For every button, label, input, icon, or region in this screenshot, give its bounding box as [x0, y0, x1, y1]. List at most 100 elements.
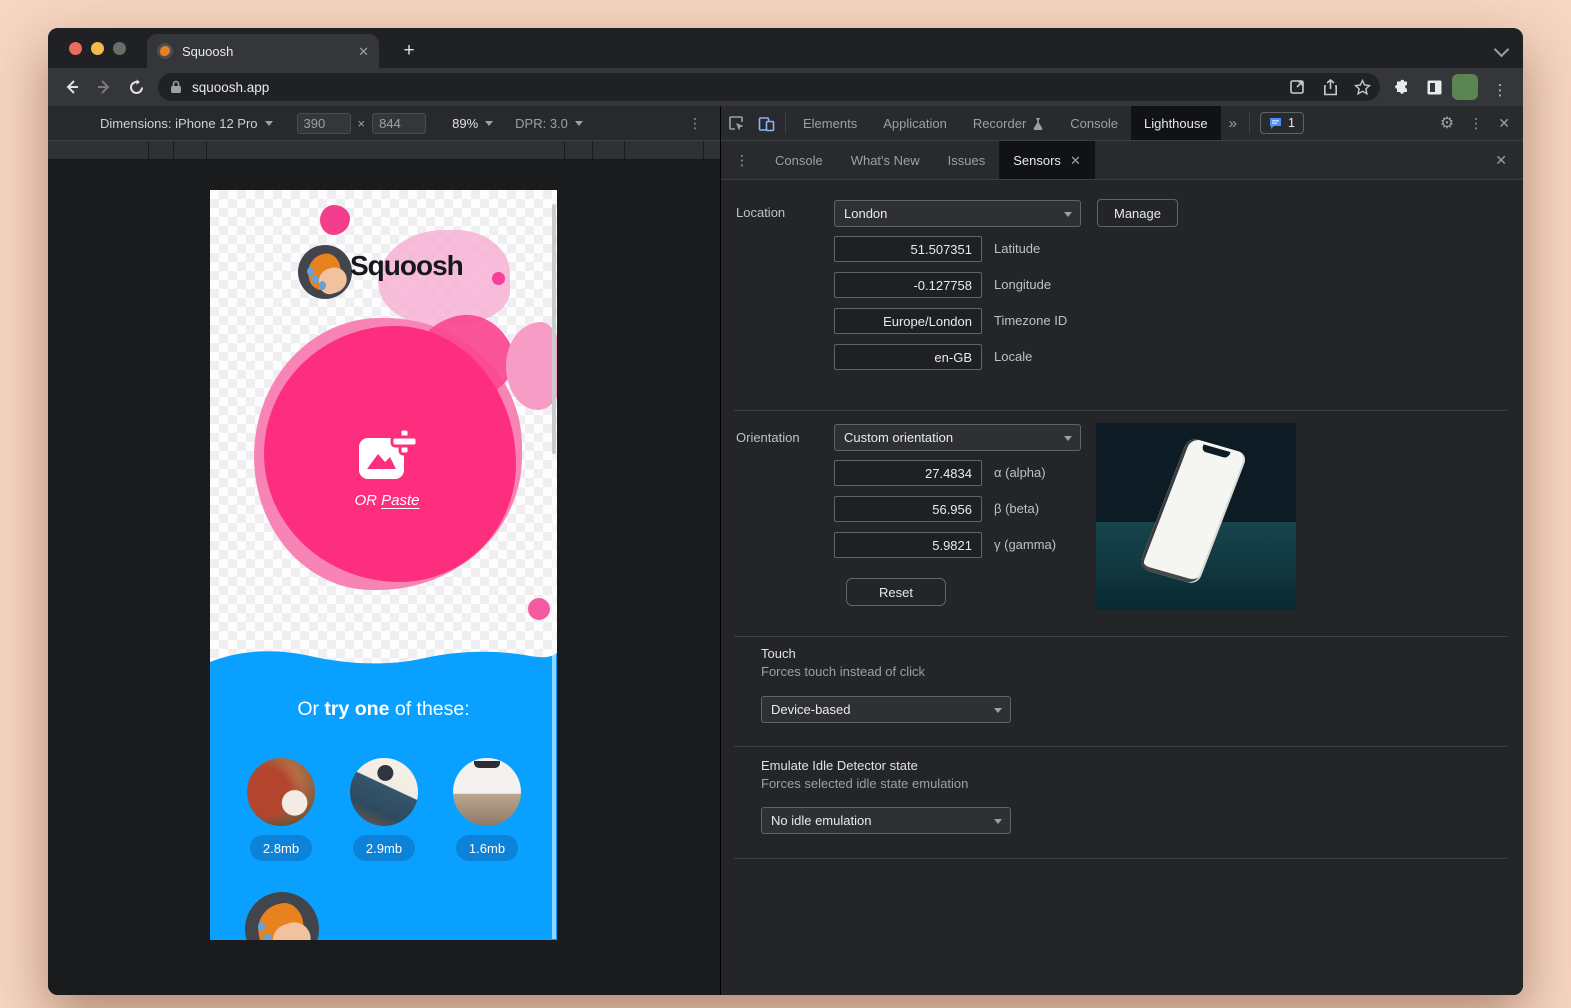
- tab-console[interactable]: Console: [1057, 106, 1131, 140]
- viewport-ruler: [48, 141, 720, 160]
- squoosh-wordmark: Squoosh: [350, 250, 463, 282]
- longitude-label: Longitude: [994, 272, 1051, 298]
- desktop-background: Squoosh squoosh.app: [0, 0, 1571, 1008]
- heading-pre: Or: [297, 698, 324, 720]
- tab-title: Squoosh: [182, 44, 358, 59]
- devtools-toolbar: Elements Application Recorder Console Li…: [721, 106, 1523, 141]
- longitude-input[interactable]: [834, 272, 982, 298]
- issues-bubble-icon: [1269, 117, 1282, 129]
- dpr-caret-icon: [575, 121, 583, 126]
- settings-gear-icon[interactable]: [1431, 113, 1463, 133]
- device-toolbar-toggle-icon[interactable]: [751, 106, 781, 140]
- orientation-phone-preview[interactable]: [1096, 423, 1296, 610]
- address-omnibox[interactable]: squoosh.app: [158, 73, 1380, 101]
- try-one-heading: Or try one of these:: [210, 698, 557, 721]
- timezone-input[interactable]: [834, 308, 982, 334]
- share-icon[interactable]: [1318, 75, 1342, 99]
- phone-3d-model: [1138, 437, 1248, 585]
- device-dimensions-select[interactable]: Dimensions: iPhone 12 Pro: [100, 116, 258, 131]
- sample-image-device-screenshot[interactable]: [453, 758, 521, 826]
- forward-icon[interactable]: [93, 76, 115, 98]
- issues-counter-button[interactable]: 1: [1260, 112, 1304, 134]
- dimensions-separator: ×: [358, 116, 366, 131]
- drawer-tab-sensors-label: Sensors: [1013, 153, 1061, 168]
- timezone-label: Timezone ID: [994, 308, 1067, 334]
- tab-close-icon[interactable]: [358, 45, 369, 58]
- phone-notch: [1201, 444, 1230, 458]
- paste-link[interactable]: Paste: [381, 492, 419, 509]
- browser-menu-kebab-icon[interactable]: [1488, 78, 1512, 102]
- drawer-tab-console[interactable]: Console: [761, 141, 837, 179]
- device-emulation-pane: Dimensions: iPhone 12 Pro × 89% DPR: 3.0: [48, 106, 721, 995]
- device-toolbar-kebab-icon[interactable]: [688, 115, 702, 132]
- idle-select[interactable]: No idle emulation: [761, 807, 1011, 834]
- location-label: Location: [736, 205, 785, 220]
- tab-elements[interactable]: Elements: [790, 106, 870, 140]
- touch-subtitle: Forces touch instead of click: [761, 664, 925, 679]
- extensions-puzzle-icon[interactable]: [1390, 75, 1414, 99]
- orientation-preset-value: Custom orientation: [844, 430, 953, 445]
- tab-recorder[interactable]: Recorder: [960, 106, 1057, 140]
- section-divider: [734, 746, 1507, 747]
- bookmark-star-icon[interactable]: [1350, 75, 1374, 99]
- zoom-level-select[interactable]: 89%: [452, 116, 478, 131]
- drawer-close-icon[interactable]: [1479, 141, 1523, 179]
- section-divider: [734, 858, 1507, 859]
- locale-label: Locale: [994, 344, 1032, 370]
- locale-input[interactable]: [834, 344, 982, 370]
- pink-dot-decoration: [320, 205, 350, 235]
- sample-size-badge: 1.6mb: [456, 835, 518, 861]
- side-panel-icon[interactable]: [1422, 75, 1446, 99]
- latitude-input[interactable]: [834, 236, 982, 262]
- manage-locations-button[interactable]: Manage: [1097, 199, 1178, 227]
- viewport-height-input[interactable]: [372, 113, 426, 134]
- sample-image-red-panda[interactable]: [247, 758, 315, 826]
- touch-select-value: Device-based: [771, 702, 851, 717]
- orientation-preset-select[interactable]: Custom orientation: [834, 424, 1081, 451]
- gamma-input[interactable]: [834, 532, 982, 558]
- drawer-tab-whats-new[interactable]: What's New: [837, 141, 934, 179]
- drawer-tab-bar: Console What's New Issues Sensors: [721, 141, 1523, 180]
- back-icon[interactable]: [61, 76, 83, 98]
- app-scrollbar-thumb[interactable]: [552, 204, 556, 454]
- devtools-menu-kebab-icon[interactable]: [1463, 115, 1489, 132]
- heading-post: of these:: [389, 698, 469, 720]
- tab-search-chevron-icon[interactable]: [1494, 42, 1510, 58]
- reset-orientation-button[interactable]: Reset: [846, 578, 946, 606]
- location-preset-select[interactable]: London: [834, 200, 1081, 227]
- open-in-new-icon[interactable]: [1285, 75, 1309, 99]
- pink-small-dot-decoration: [528, 598, 550, 620]
- touch-select[interactable]: Device-based: [761, 696, 1011, 723]
- browser-tab[interactable]: Squoosh: [147, 34, 379, 68]
- traffic-light-minimize[interactable]: [91, 42, 104, 55]
- drawer-menu-kebab-icon[interactable]: [721, 141, 761, 179]
- new-tab-button[interactable]: [396, 38, 422, 64]
- screenshot-notch: [474, 761, 500, 768]
- issues-count: 1: [1288, 116, 1295, 130]
- tab-application[interactable]: Application: [870, 106, 960, 140]
- inspect-element-icon[interactable]: [721, 106, 751, 140]
- profile-avatar[interactable]: [1452, 74, 1478, 100]
- drawer-tab-sensors[interactable]: Sensors: [999, 141, 1095, 179]
- sample-image-artwork[interactable]: [350, 758, 418, 826]
- reload-icon[interactable]: [125, 76, 147, 98]
- add-image-icon[interactable]: [356, 428, 416, 489]
- tab-lighthouse[interactable]: Lighthouse: [1131, 106, 1221, 140]
- or-text: OR: [354, 492, 381, 509]
- dpr-select[interactable]: DPR: 3.0: [515, 116, 568, 131]
- sensors-tab-close-icon[interactable]: [1070, 154, 1081, 167]
- idle-title: Emulate Idle Detector state: [761, 758, 918, 773]
- logo-pink-dot-decoration: [492, 272, 505, 285]
- device-toolbar: Dimensions: iPhone 12 Pro × 89% DPR: 3.0: [48, 106, 720, 141]
- more-tabs-button[interactable]: »: [1221, 106, 1245, 140]
- section-divider: [734, 636, 1507, 637]
- traffic-light-close[interactable]: [69, 42, 82, 55]
- devtools-close-icon[interactable]: [1489, 115, 1523, 132]
- viewport-width-input[interactable]: [297, 113, 351, 134]
- drawer-tab-issues[interactable]: Issues: [934, 141, 1000, 179]
- alpha-input[interactable]: [834, 460, 982, 486]
- idle-subtitle: Forces selected idle state emulation: [761, 776, 968, 791]
- zoom-caret-icon: [485, 121, 493, 126]
- beta-input[interactable]: [834, 496, 982, 522]
- traffic-light-zoom[interactable]: [113, 42, 126, 55]
